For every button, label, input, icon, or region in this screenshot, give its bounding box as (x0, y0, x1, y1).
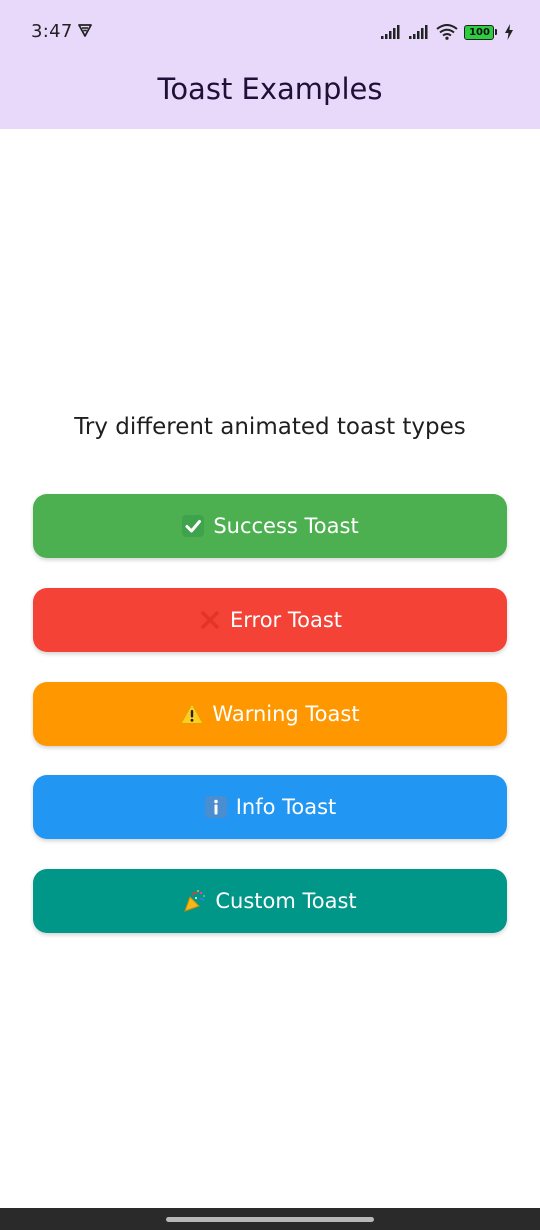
info-toast-button[interactable]: Info Toast (33, 775, 507, 839)
battery-icon: 100 (464, 24, 498, 40)
navigation-bar (0, 1208, 540, 1230)
info-toast-label: Info Toast (235, 795, 337, 819)
success-toast-label: Success Toast (213, 514, 359, 538)
status-icons: 100 (380, 22, 514, 42)
charging-bolt-icon (505, 24, 513, 40)
signal-icon (381, 25, 400, 39)
vpn-icon (78, 24, 92, 37)
custom-toast-button[interactable]: Custom Toast (33, 869, 507, 933)
warning-toast-button[interactable]: Warning Toast (33, 682, 507, 746)
error-toast-button[interactable]: Error Toast (33, 588, 507, 652)
subtitle: Try different animated toast types (74, 414, 466, 440)
info-icon (204, 795, 228, 819)
party-popper-icon (183, 889, 207, 913)
custom-toast-label: Custom Toast (215, 889, 357, 913)
app-title: Toast Examples (157, 72, 383, 106)
wifi-icon (436, 24, 458, 40)
home-gesture-handle[interactable] (166, 1217, 374, 1222)
warning-toast-label: Warning Toast (212, 702, 360, 726)
app-bar: Toast Examples (0, 64, 540, 129)
warning-icon (180, 702, 204, 726)
battery-level: 100 (469, 26, 490, 38)
success-toast-button[interactable]: Success Toast (33, 494, 507, 558)
status-time: 3:47 (31, 21, 73, 42)
error-toast-label: Error Toast (229, 608, 342, 632)
status-bar: 3:47 100 (0, 0, 540, 64)
cross-mark-icon (198, 608, 222, 632)
check-mark-icon (181, 514, 205, 538)
signal-icon-2 (409, 25, 428, 39)
